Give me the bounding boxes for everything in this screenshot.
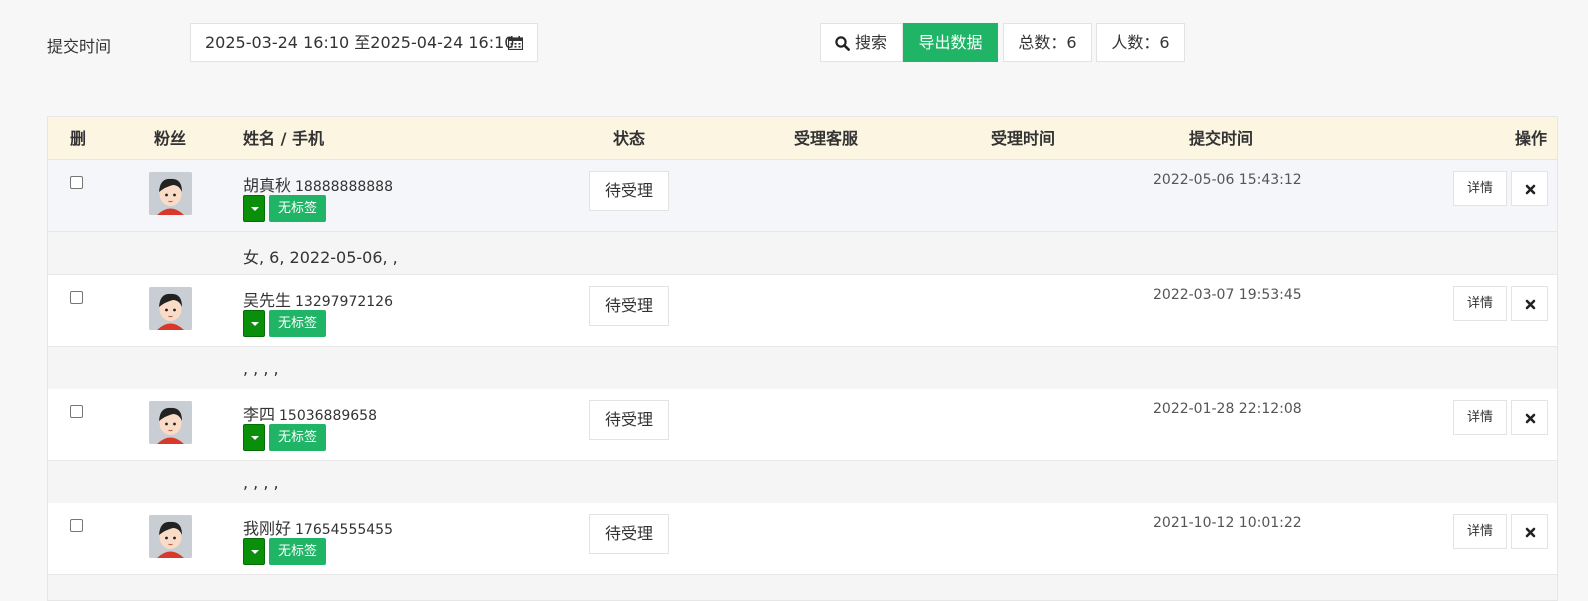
fan-phone: 17654555455	[295, 522, 393, 538]
table-header: 删 粉丝 姓名 / 手机 状态 受理客服 受理时间 提交时间 操作	[48, 117, 1557, 160]
header-handle-time: 受理时间	[991, 129, 1056, 148]
header-name-phone: 姓名 / 手机	[243, 129, 324, 148]
fan-avatar	[149, 172, 192, 215]
total-count: 总数：6	[1003, 23, 1092, 62]
search-button-label: 搜索	[855, 33, 888, 52]
detail-button[interactable]: 详情	[1453, 400, 1507, 435]
delete-button[interactable]	[1511, 286, 1548, 321]
status-button[interactable]: 待受理	[589, 286, 669, 326]
header-fans: 粉丝	[154, 129, 187, 148]
tag-dropdown-button[interactable]	[243, 424, 265, 451]
status-button[interactable]: 待受理	[589, 400, 669, 440]
tag-badge: 无标签	[269, 195, 326, 222]
delete-button[interactable]	[1511, 514, 1548, 549]
header-submit-time: 提交时间	[1189, 129, 1254, 148]
row-info: , , , ,	[48, 347, 1557, 390]
fan-name: 胡真秋 18888888888	[243, 172, 393, 196]
detail-button[interactable]: 详情	[1453, 514, 1507, 549]
fan-name: 我刚好 17654555455	[243, 515, 393, 539]
search-button[interactable]: 搜索	[820, 23, 903, 62]
header-status: 状态	[613, 129, 646, 148]
search-icon	[835, 36, 850, 51]
row-info-text: 女, 6, 2022-05-06, ,	[243, 248, 398, 267]
row-delete-checkbox[interactable]	[70, 519, 83, 532]
detail-button[interactable]: 详情	[1453, 286, 1507, 321]
fan-name-text: 吴先生	[243, 291, 292, 310]
submit-time: 2022-05-06 15:43:12	[1153, 172, 1302, 188]
header-actions: 操作	[1515, 129, 1548, 148]
status-button[interactable]: 待受理	[589, 171, 669, 211]
export-button[interactable]: 导出数据	[903, 23, 998, 62]
row-delete-checkbox[interactable]	[70, 176, 83, 189]
submit-time: 2022-03-07 19:53:45	[1153, 287, 1302, 303]
submissions-table: 删 粉丝 姓名 / 手机 状态 受理客服 受理时间 提交时间 操作 胡真秋 188…	[47, 116, 1558, 601]
table-row: 吴先生 13297972126 无标签 待受理 2022-03-07 19:53:…	[48, 275, 1557, 347]
submit-time: 2021-10-12 10:01:22	[1153, 515, 1302, 531]
people-count: 人数：6	[1096, 23, 1185, 62]
fan-avatar	[149, 287, 192, 330]
row-info-text: , , , ,	[243, 473, 279, 492]
row-info	[48, 575, 1557, 600]
close-icon	[1525, 299, 1536, 310]
delete-button[interactable]	[1511, 400, 1548, 435]
table-row: 我刚好 17654555455 无标签 待受理 2021-10-12 10:01:…	[48, 503, 1557, 575]
close-icon	[1525, 527, 1536, 538]
submit-time: 2022-01-28 22:12:08	[1153, 401, 1302, 417]
fan-phone: 15036889658	[279, 408, 377, 424]
tag-badge: 无标签	[269, 424, 326, 451]
fan-avatar	[149, 515, 192, 558]
fan-name-text: 胡真秋	[243, 176, 292, 195]
header-delete: 删	[70, 129, 87, 148]
table-row: 胡真秋 18888888888 无标签 待受理 2022-05-06 15:43:…	[48, 160, 1557, 232]
close-icon	[1525, 184, 1536, 195]
filter-label: 提交时间	[47, 37, 112, 56]
tag-dropdown-button[interactable]	[243, 538, 265, 565]
fan-name-text: 我刚好	[243, 519, 292, 538]
fan-avatar	[149, 401, 192, 444]
header-handler: 受理客服	[794, 129, 859, 148]
row-delete-checkbox[interactable]	[70, 405, 83, 418]
close-icon	[1525, 413, 1536, 424]
delete-button[interactable]	[1511, 171, 1548, 206]
status-button[interactable]: 待受理	[589, 514, 669, 554]
fan-name-text: 李四	[243, 405, 276, 424]
tag-dropdown-button[interactable]	[243, 310, 265, 337]
table-row: 李四 15036889658 无标签 待受理 2022-01-28 22:12:0…	[48, 389, 1557, 461]
tag-badge: 无标签	[269, 310, 326, 337]
date-range-value: 2025-03-24 16:10 至2025-04-24 16:10	[205, 33, 515, 52]
row-info-text: , , , ,	[243, 359, 279, 378]
row-delete-checkbox[interactable]	[70, 291, 83, 304]
tag-dropdown-button[interactable]	[243, 195, 265, 222]
fan-name: 吴先生 13297972126	[243, 287, 393, 311]
fan-phone: 18888888888	[295, 179, 393, 195]
tag-badge: 无标签	[269, 538, 326, 565]
date-range-input[interactable]: 2025-03-24 16:10 至2025-04-24 16:10	[190, 23, 538, 62]
detail-button[interactable]: 详情	[1453, 171, 1507, 206]
row-info: 女, 6, 2022-05-06, ,	[48, 232, 1557, 275]
row-info: , , , ,	[48, 461, 1557, 504]
fan-name: 李四 15036889658	[243, 401, 377, 425]
calendar-icon[interactable]	[508, 36, 523, 50]
fan-phone: 13297972126	[295, 294, 393, 310]
